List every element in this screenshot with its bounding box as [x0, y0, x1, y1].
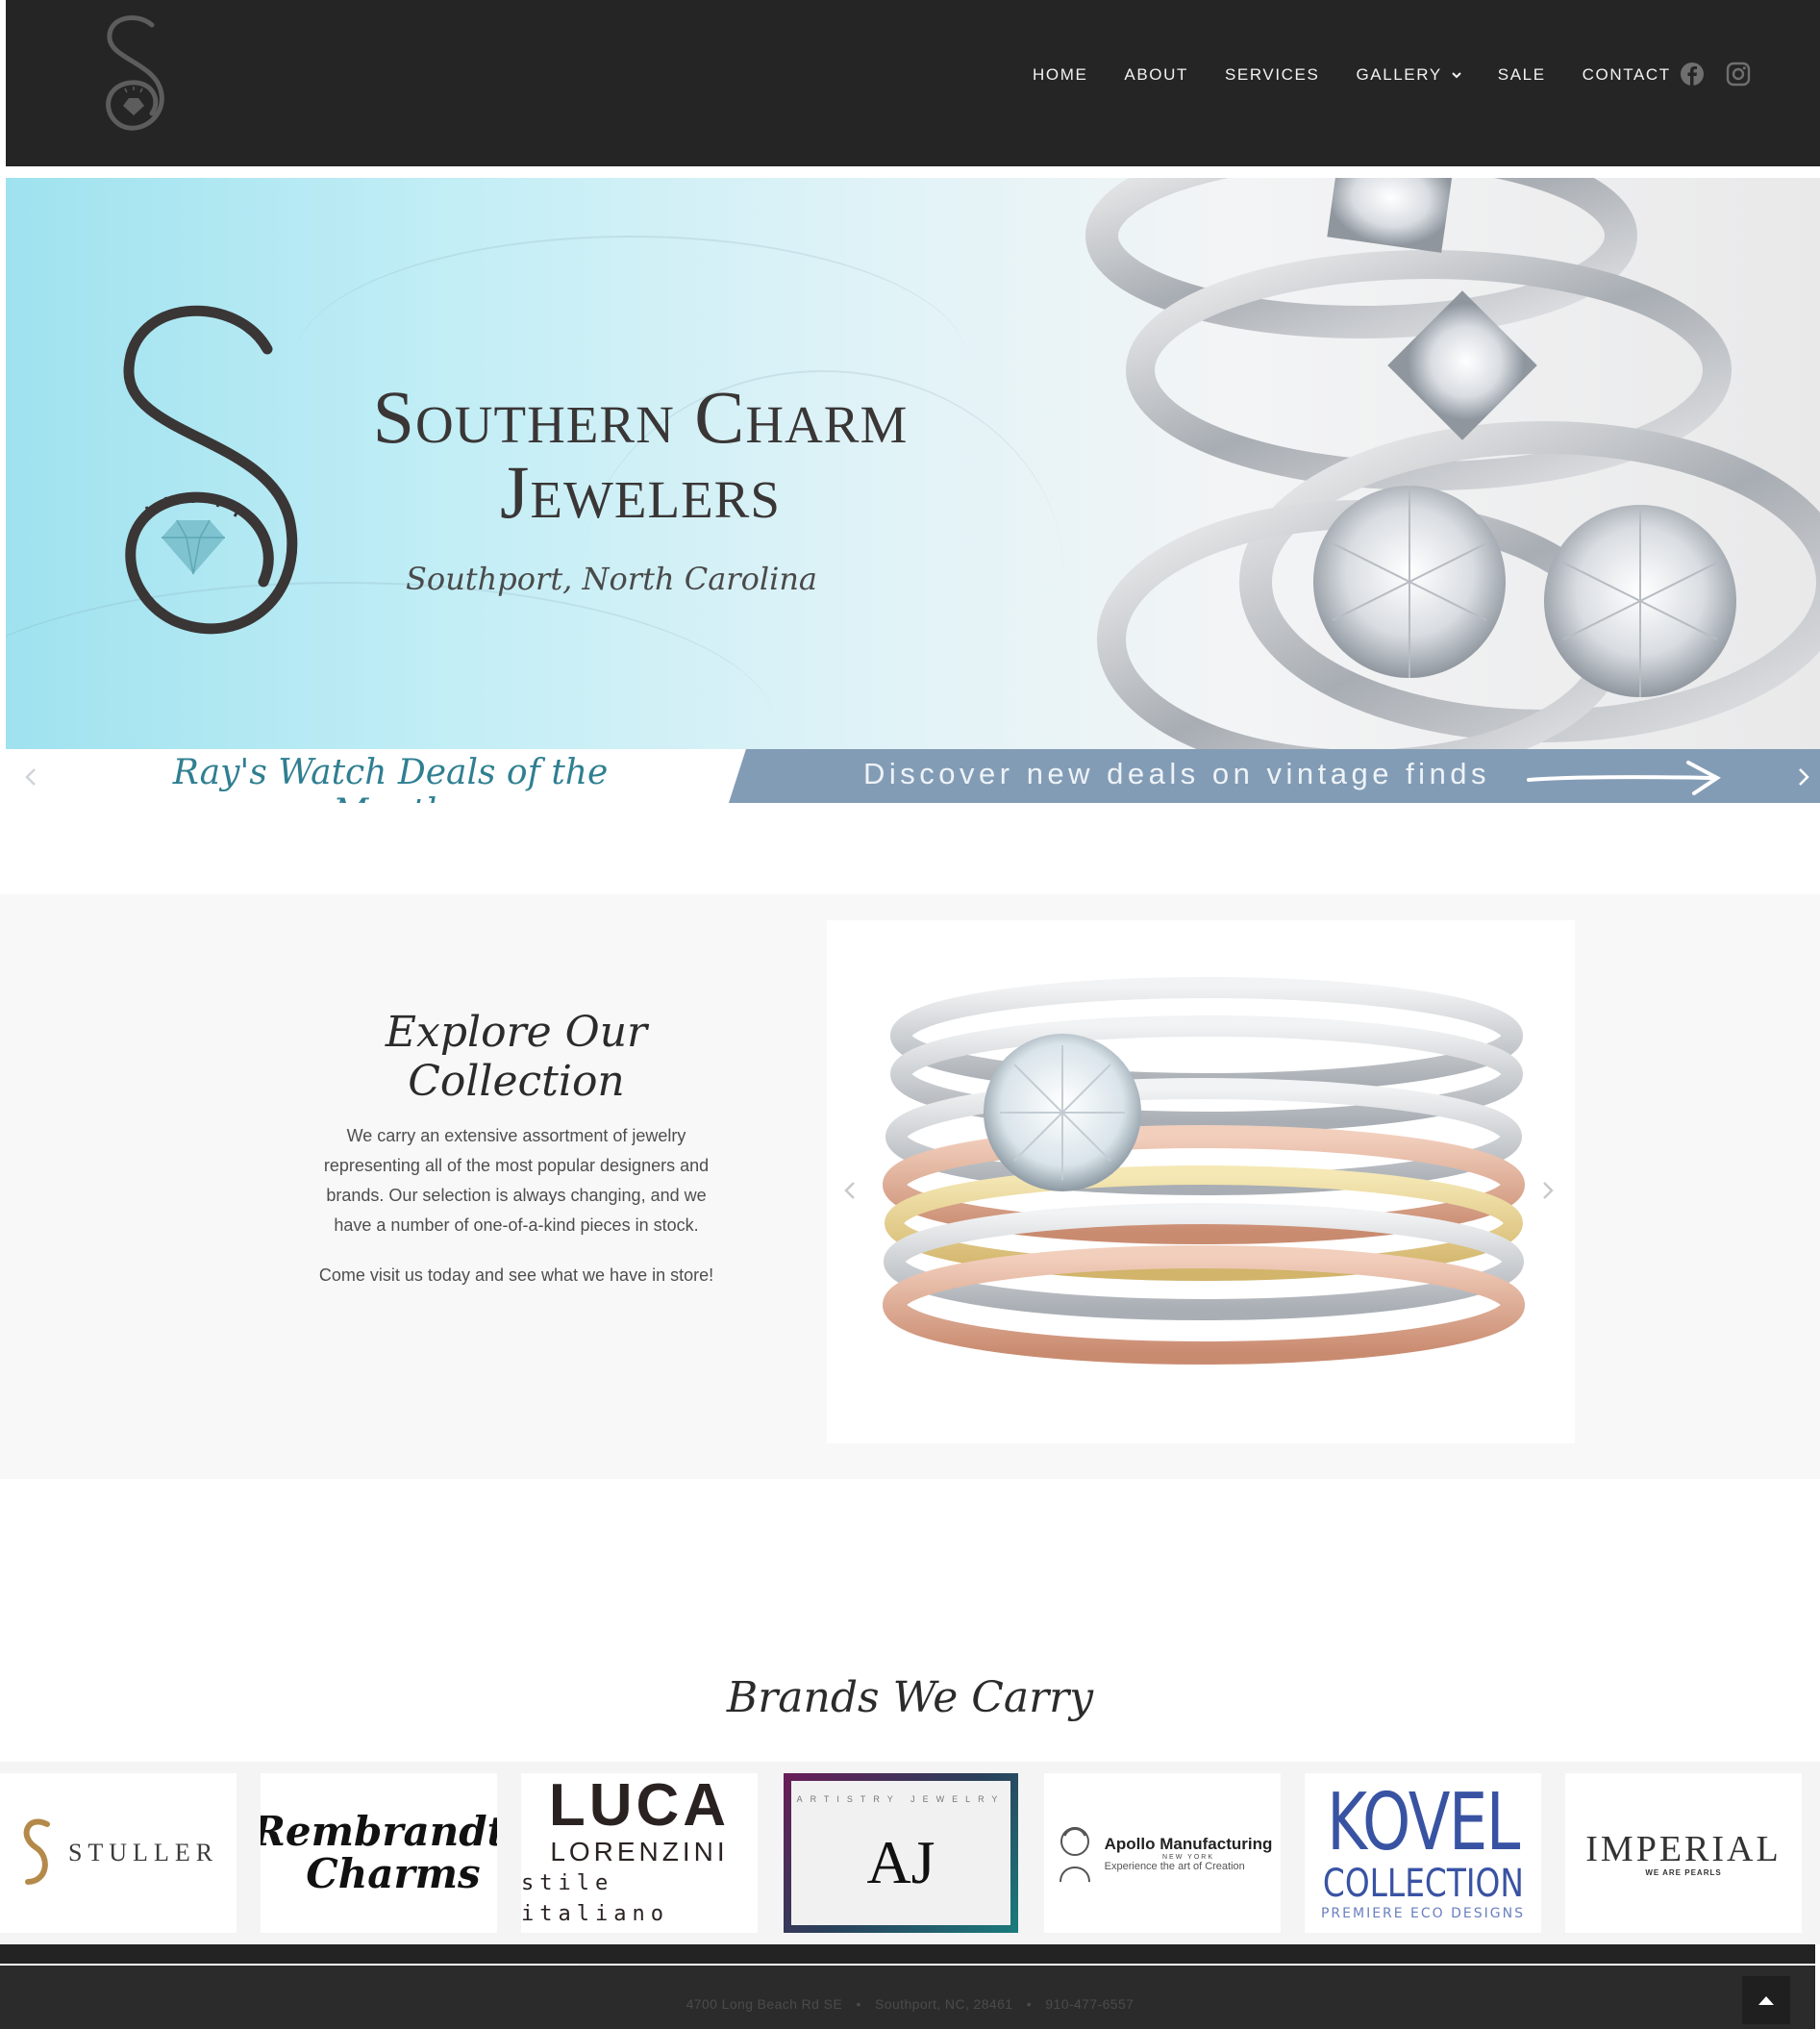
site-logo[interactable] [98, 13, 177, 138]
brand-rembrandt-text-1: Rembrandt [261, 1808, 497, 1855]
back-to-top-button[interactable] [1742, 1976, 1790, 2024]
brand-luca-text: LUCA [548, 1773, 731, 1839]
chevron-right-icon[interactable] [1792, 766, 1813, 788]
nav-services[interactable]: SERVICES [1225, 65, 1319, 85]
brand-lockup: Southern Charm Jewelers Southport, North… [6, 178, 967, 749]
diamond-rings-image [1085, 178, 1820, 749]
collection-description: We carry an extensive assortment of jewe… [323, 1126, 710, 1235]
brand-kovel[interactable]: KOVEL COLLECTION PREMIERE ECO DESIGNS [1305, 1773, 1541, 1933]
brand-kovel-tagline: PREMIERE ECO DESIGNS [1320, 1906, 1526, 1921]
brand-kovel-collection: COLLECTION [1322, 1862, 1524, 1906]
brand-stuller[interactable]: STULLER [0, 1773, 237, 1933]
nav-contact-label: CONTACT [1582, 65, 1671, 84]
brand-stile-italiano-text: stile italiano [521, 1871, 669, 1926]
brand-apollo-tagline: Experience the art of Creation [1104, 1860, 1245, 1872]
collection-cta-text: Come visit us today and see what we have… [318, 1265, 714, 1285]
footer-phone[interactable]: 910-477-6557 [1045, 1996, 1134, 2012]
chevron-left-icon[interactable] [844, 1182, 855, 1199]
brand-lorenzini-text: LORENZINI [550, 1837, 729, 1866]
nav-gallery[interactable]: GALLERY [1356, 65, 1461, 85]
brand-rembrandt[interactable]: Rembrandt Charms [261, 1773, 497, 1933]
arrow-right-icon [1527, 761, 1721, 795]
nav-about-label: ABOUT [1124, 65, 1188, 84]
nav-sale[interactable]: SALE [1498, 65, 1546, 85]
collection-section: Explore Our Collection We carry an exten… [0, 894, 1820, 1479]
nav-contact[interactable]: CONTACT [1583, 65, 1671, 85]
brand-rembrandt-text-2: Charms [306, 1850, 481, 1897]
collection-carousel [827, 920, 1575, 1443]
chevron-left-icon[interactable] [21, 766, 42, 788]
nav-gallery-label: GALLERY [1356, 65, 1442, 84]
promo-vintage-deals[interactable]: Discover new deals on vintage finds [863, 757, 1490, 791]
nav-home-label: HOME [1033, 65, 1088, 84]
promo-watch-deals[interactable]: Ray's Watch Deals of the Month [121, 753, 660, 803]
brand-aj-ring-text: ARTISTRY JEWELRY [796, 1794, 1006, 1804]
apollo-text-block: Apollo Manufacturing NEW YORK Experience… [1105, 1835, 1273, 1872]
chevron-down-icon [1452, 72, 1461, 79]
nav-home[interactable]: HOME [1033, 65, 1087, 85]
stuller-s-mark [23, 1818, 50, 1885]
footer-city[interactable]: Southport, NC, 28461 [875, 1996, 1012, 2012]
separator-dot: • [856, 1996, 861, 2012]
promo-bar[interactable]: Ray's Watch Deals of the Month Discover … [6, 749, 1820, 803]
brands-carousel: STULLER Rembrandt Charms LUCA LORENZINI … [0, 1762, 1820, 1944]
brand-luca-lorenzini[interactable]: LUCA LORENZINI stile italiano [521, 1773, 758, 1933]
brand-apollo-text: Apollo Manufacturing [1104, 1834, 1273, 1853]
brand-artistry-jewelry[interactable]: ARTISTRY JEWELRY AJ [784, 1773, 1018, 1933]
collection-title: Explore Our Collection [385, 1008, 648, 1106]
site-header: HOME ABOUT SERVICES GALLERY SALE CONTACT [6, 0, 1820, 166]
instagram-icon[interactable] [1726, 62, 1751, 87]
brand-kovel-text: KOVEL [1327, 1777, 1520, 1868]
aj-logo-panel: ARTISTRY JEWELRY AJ [791, 1781, 1010, 1925]
hero-slider: Southern Charm Jewelers Southport, North… [6, 178, 1820, 803]
hero-banner: Southern Charm Jewelers Southport, North… [6, 178, 1820, 749]
nav-about[interactable]: ABOUT [1124, 65, 1188, 85]
brand-apollo[interactable]: Apollo Manufacturing NEW YORK Experience… [1044, 1773, 1281, 1933]
brand-stuller-text: STULLER [67, 1839, 219, 1866]
brand-imperial[interactable]: IMPERIAL WE ARE PEARLS [1565, 1773, 1802, 1933]
brand-imperial-text: IMPERIAL [1585, 1828, 1782, 1869]
hero-subtitle: Southport, North Carolina [406, 561, 817, 597]
main-nav: HOME ABOUT SERVICES GALLERY SALE CONTACT [1033, 65, 1708, 85]
footer-address[interactable]: 4700 Long Beach Rd SE [686, 1996, 843, 2012]
social-links [1680, 62, 1751, 87]
brands-title: Brands We Carry [726, 1673, 1094, 1722]
separator-dot: • [1026, 1996, 1033, 2012]
brand-aj-mark: AJ [866, 1828, 935, 1896]
brand-imperial-tagline: WE ARE PEARLS [1645, 1867, 1722, 1877]
hero-title-line1: Southern Charm [372, 375, 909, 459]
hero-brand-title: Southern Charm Jewelers [313, 380, 967, 530]
brand-s-logo [123, 305, 298, 635]
brand-apollo-newyork: NEW YORK [1162, 1853, 1214, 1861]
hero-title-line2: Jewelers [500, 450, 781, 534]
site-footer: 4700 Long Beach Rd SE • Southport, NC, 2… [0, 1966, 1815, 2029]
nav-sale-label: SALE [1497, 65, 1546, 84]
apollo-bust-mark [1059, 1827, 1090, 1883]
stacked-rings-image [844, 977, 1554, 1365]
nav-services-label: SERVICES [1224, 65, 1320, 84]
facebook-icon[interactable] [1680, 62, 1705, 87]
footer-divider [0, 1944, 1815, 1964]
footer-contact: 4700 Long Beach Rd SE • Southport, NC, 2… [0, 1996, 1820, 2012]
arrow-up-icon [1758, 1996, 1774, 2005]
chevron-right-icon[interactable] [1543, 1182, 1554, 1199]
